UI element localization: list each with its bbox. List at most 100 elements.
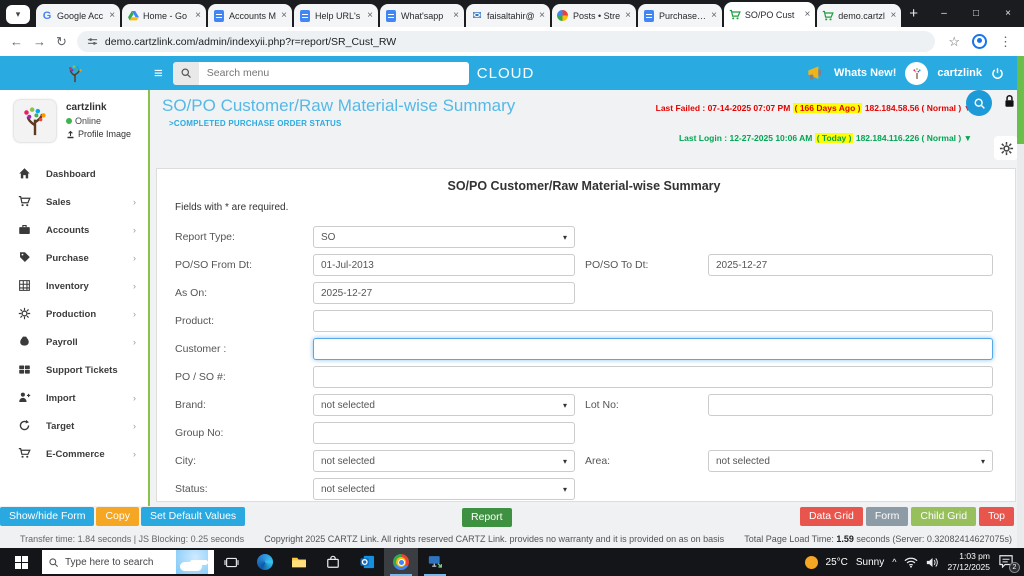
weather-temp[interactable]: 25°C — [826, 557, 848, 568]
report-button[interactable]: Report — [462, 508, 512, 527]
from-dt-input[interactable] — [313, 254, 575, 276]
brand-select[interactable]: not selected ▾ — [313, 394, 575, 416]
chrome-icon[interactable] — [384, 548, 418, 576]
notification-icon[interactable]: 2 — [998, 554, 1020, 573]
tab-close-icon[interactable]: × — [539, 10, 545, 21]
whats-new-link[interactable]: Whats New! — [834, 67, 896, 79]
profile-image-link[interactable]: Profile Image — [66, 129, 131, 139]
tab-mail[interactable]: ✉ faisaltahir@ × — [465, 4, 550, 27]
customer-input[interactable] — [313, 338, 993, 360]
clock[interactable]: 1:03 pm 27/12/2025 — [947, 551, 990, 572]
tab-close-icon[interactable]: × — [367, 10, 373, 21]
tab-sopo-customer-active[interactable]: SO/PO Cust × — [723, 2, 816, 27]
top-button[interactable]: Top — [979, 507, 1014, 526]
file-explorer-icon[interactable] — [282, 548, 316, 576]
taskbar-search[interactable]: Type here to search — [42, 550, 214, 574]
tab-google-account[interactable]: G Google Acc × — [36, 4, 121, 27]
weather-thumbnail[interactable] — [176, 550, 208, 574]
city-select[interactable]: not selected ▾ — [313, 450, 575, 472]
scrollbar-thumb[interactable] — [1017, 56, 1024, 144]
reload-icon[interactable]: ↻ — [56, 34, 67, 50]
tab-close-icon[interactable]: × — [195, 10, 201, 21]
tab-close-icon[interactable]: × — [109, 10, 115, 21]
tab-demo-cartzlink[interactable]: demo.cartzl × — [817, 4, 902, 27]
site-settings-icon[interactable] — [87, 36, 98, 47]
weather-desc[interactable]: Sunny — [856, 557, 884, 568]
tab-purchase-report[interactable]: Purchase Re × — [637, 4, 722, 27]
tab-help-urls[interactable]: Help URL's × — [294, 4, 378, 27]
sidebar-item-import[interactable]: Import › — [0, 384, 148, 412]
weather-sun-icon[interactable] — [804, 555, 818, 569]
back-icon[interactable]: ← — [10, 34, 23, 49]
new-tab-button[interactable]: + — [909, 5, 918, 22]
sidebar-item-accounts[interactable]: Accounts › — [0, 216, 148, 244]
area-select[interactable]: not selected ▾ — [708, 450, 993, 472]
tab-search-button[interactable]: ▾ — [6, 5, 31, 24]
account-avatar[interactable] — [905, 61, 929, 85]
copy-button[interactable]: Copy — [96, 507, 139, 526]
show-hide-form-button[interactable]: Show/hide Form — [0, 507, 95, 526]
start-button[interactable] — [0, 548, 42, 576]
sidebar-item-production[interactable]: Production › — [0, 300, 148, 328]
browser-profile-icon[interactable] — [972, 34, 987, 49]
lot-no-input[interactable] — [708, 394, 993, 416]
remote-desktop-icon[interactable] — [418, 548, 452, 576]
lock-icon[interactable] — [1003, 94, 1016, 108]
bookmark-star-icon[interactable]: ☆ — [948, 34, 960, 50]
page-scrollbar[interactable] — [1017, 56, 1024, 548]
address-bar[interactable]: demo.cartzlink.com/admin/indexyii.php?r=… — [76, 31, 935, 52]
product-input[interactable] — [313, 310, 993, 332]
menu-search-input[interactable] — [198, 61, 469, 85]
volume-icon[interactable] — [926, 557, 939, 568]
sidebar-item-payroll[interactable]: Payroll › — [0, 328, 148, 356]
forward-icon[interactable]: → — [33, 34, 46, 49]
tab-home-drive[interactable]: Home - Go × — [122, 4, 207, 27]
tab-posts-stream[interactable]: Posts • Stre × — [551, 4, 636, 27]
wifi-icon[interactable] — [904, 557, 918, 568]
tab-close-icon[interactable]: × — [890, 10, 896, 21]
tab-close-icon[interactable]: × — [453, 10, 459, 21]
tab-whatsapp-sheet[interactable]: What'sapp × — [379, 4, 464, 27]
app-logo[interactable] — [0, 56, 150, 90]
tab-close-icon[interactable]: × — [711, 10, 717, 21]
last-login-status[interactable]: Last Login : 12-27-2025 10:06 AM ( Today… — [679, 133, 972, 143]
form-button[interactable]: Form — [865, 507, 909, 526]
browser-menu-icon[interactable]: ⋮ — [999, 34, 1012, 50]
last-failed-status[interactable]: Last Failed : 07-14-2025 07:07 PM ( 166 … — [656, 103, 972, 113]
sidebar-item-dashboard[interactable]: Dashboard — [0, 160, 148, 188]
profile-image[interactable] — [14, 100, 56, 142]
edge-icon[interactable] — [248, 548, 282, 576]
po-so-input[interactable] — [313, 366, 993, 388]
breadcrumb[interactable]: >COMPLETED PURCHASE ORDER STATUS — [169, 119, 342, 128]
logout-power-icon[interactable] — [991, 67, 1004, 80]
group-no-input[interactable] — [313, 422, 575, 444]
as-on-input[interactable] — [313, 282, 575, 304]
close-button[interactable]: × — [992, 0, 1024, 27]
sidebar-toggle-icon[interactable]: ≡ — [154, 65, 163, 82]
sidebar-item-sales[interactable]: Sales › — [0, 188, 148, 216]
global-search-button[interactable] — [966, 90, 992, 116]
sidebar-item-ecommerce[interactable]: E-Commerce › — [0, 440, 148, 468]
data-grid-button[interactable]: Data Grid — [799, 507, 863, 526]
task-view-button[interactable] — [214, 548, 248, 576]
account-name[interactable]: cartzlink — [937, 67, 982, 79]
status-select[interactable]: not selected ▾ — [313, 478, 575, 500]
minimize-button[interactable]: – — [928, 0, 960, 27]
sidebar-item-inventory[interactable]: Inventory › — [0, 272, 148, 300]
search-icon[interactable] — [172, 61, 199, 85]
sidebar-item-purchase[interactable]: Purchase › — [0, 244, 148, 272]
tab-close-icon[interactable]: × — [625, 10, 631, 21]
outlook-icon[interactable] — [350, 548, 384, 576]
tab-accounts[interactable]: Accounts M × — [208, 4, 292, 27]
report-type-select[interactable]: SO ▾ — [313, 226, 575, 248]
set-default-values-button[interactable]: Set Default Values — [140, 507, 246, 526]
tab-close-icon[interactable]: × — [804, 9, 810, 20]
child-grid-button[interactable]: Child Grid — [911, 507, 977, 526]
tab-close-icon[interactable]: × — [281, 10, 287, 21]
maximize-button[interactable]: □ — [960, 0, 992, 27]
sidebar-item-target[interactable]: Target › — [0, 412, 148, 440]
sidebar-item-support-tickets[interactable]: Support Tickets — [0, 356, 148, 384]
tray-expand-icon[interactable]: ^ — [892, 557, 896, 567]
to-dt-input[interactable] — [708, 254, 993, 276]
store-icon[interactable] — [316, 548, 350, 576]
